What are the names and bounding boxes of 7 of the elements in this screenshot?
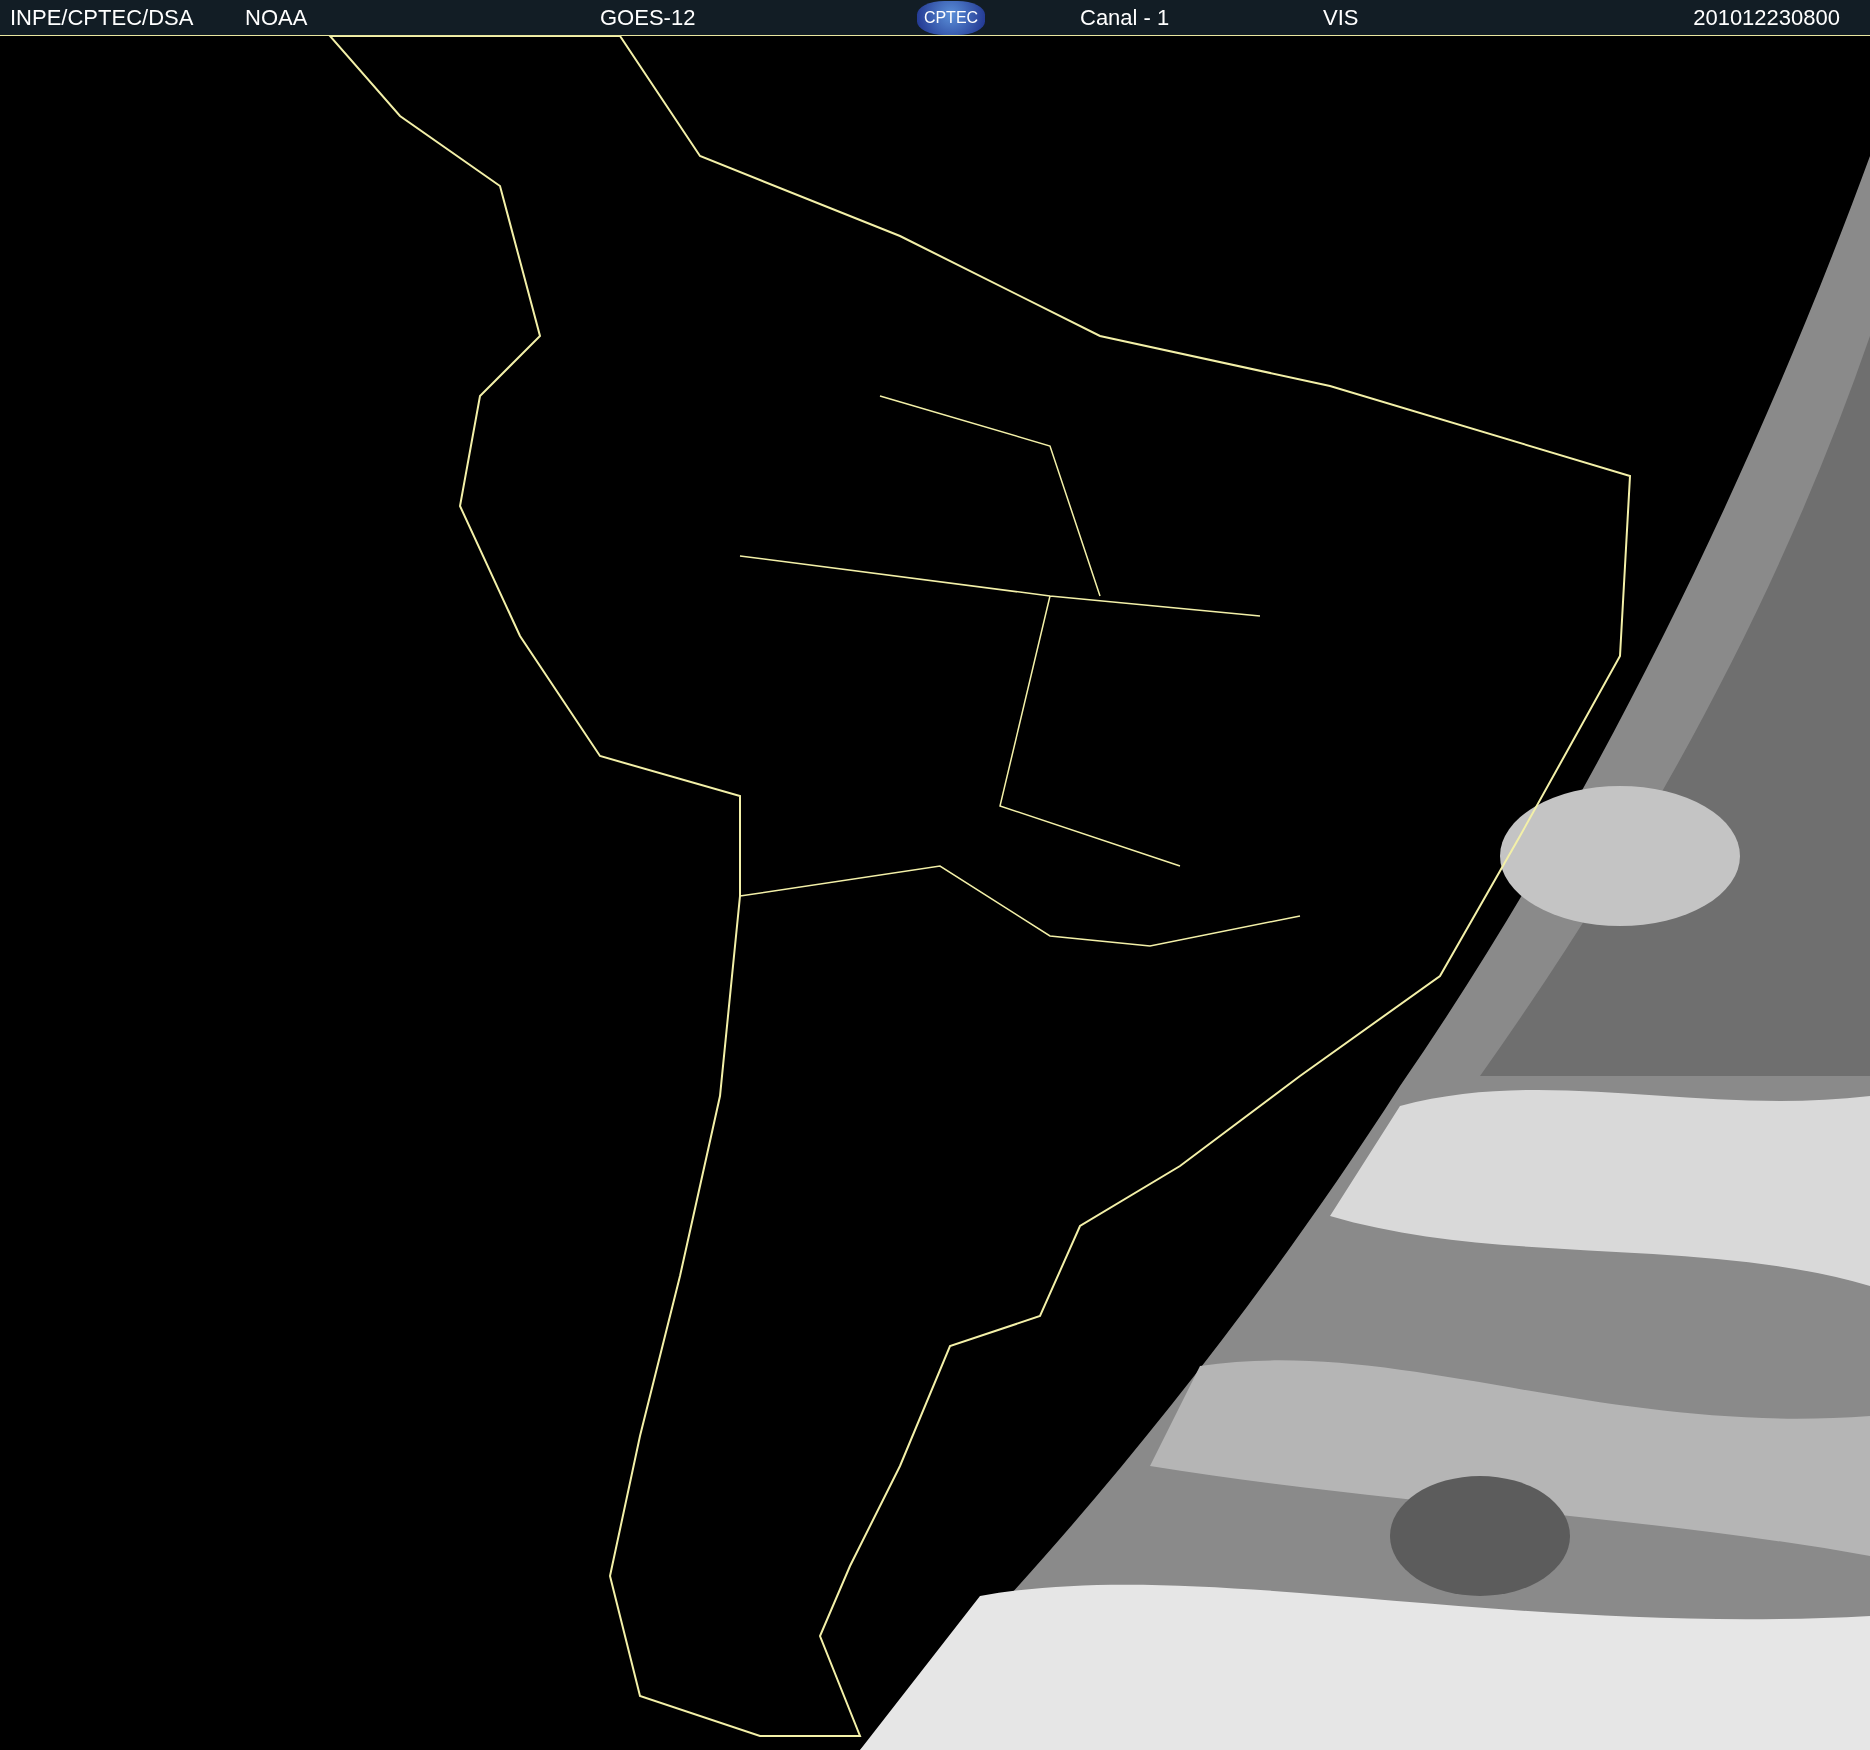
agency-label: NOAA [245,4,308,31]
source-label: INPE/CPTEC/DSA [10,4,194,31]
band-label: VIS [1323,4,1359,31]
timestamp-label: 201012230800 [1693,4,1840,31]
logo-badge: CPTEC [917,0,985,35]
channel-label: Canal - 1 [1080,4,1170,31]
satellite-label: GOES-12 [600,4,696,31]
